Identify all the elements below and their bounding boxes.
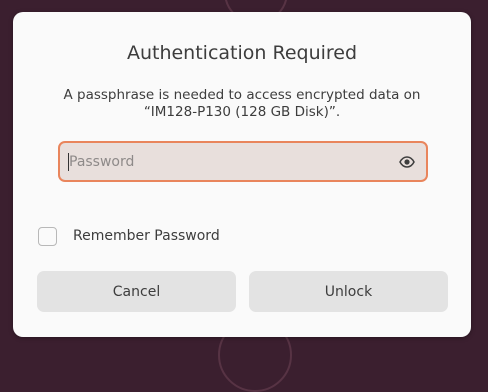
remember-password-label[interactable]: Remember Password: [73, 228, 220, 244]
password-input[interactable]: [69, 143, 379, 180]
remember-password-checkbox[interactable]: [38, 226, 57, 246]
cancel-button[interactable]: Cancel: [37, 271, 236, 312]
eye-icon[interactable]: [399, 154, 415, 170]
remember-password-row[interactable]: Remember Password: [38, 225, 220, 247]
authentication-dialog: Authentication Required A passphrase is …: [13, 12, 471, 337]
dialog-title: Authentication Required: [126, 42, 358, 64]
dialog-message: A passphrase is needed to access encrypt…: [63, 87, 421, 120]
text-cursor: [68, 153, 69, 171]
unlock-button[interactable]: Unlock: [249, 271, 448, 312]
password-field[interactable]: [58, 141, 428, 182]
